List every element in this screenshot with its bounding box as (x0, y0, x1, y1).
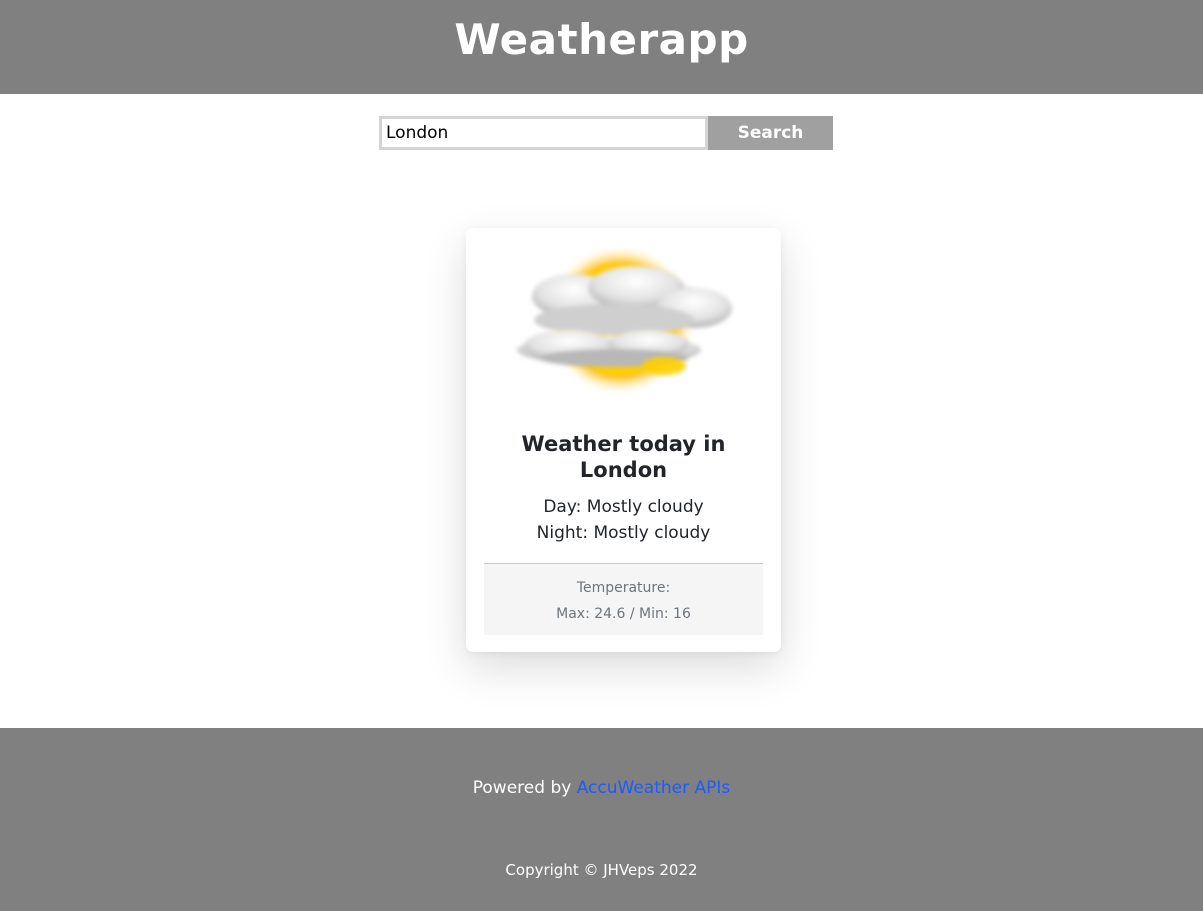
card-title-line1: Weather today in (521, 432, 726, 456)
card-title-city: London (579, 458, 668, 482)
app-footer: Powered by AccuWeather APIs Copyright © … (0, 728, 1203, 911)
forecast-text: Day: Mostly cloudy Night: Mostly cloudy (484, 494, 763, 546)
city-search-input[interactable] (379, 116, 708, 150)
temperature-panel: Temperature: Max: 24.6 / Min: 16 (484, 563, 763, 635)
day-forecast: Day: Mostly cloudy (543, 497, 704, 517)
powered-by: Powered by AccuWeather APIs (0, 778, 1203, 798)
weather-card: Weather today in London Day: Mostly clou… (466, 228, 781, 652)
search-bar: Search (379, 116, 833, 150)
copyright: Copyright © JHVeps 2022 (505, 861, 698, 879)
temperature-values: Max: 24.6 / Min: 16 (556, 606, 691, 622)
accuweather-link[interactable]: AccuWeather APIs (577, 778, 731, 798)
card-title: Weather today in London (484, 431, 763, 483)
mostly-cloudy-icon (517, 250, 732, 390)
page: Weatherapp Search (0, 0, 1203, 911)
night-forecast: Night: Mostly cloudy (536, 523, 711, 543)
temperature-label: Temperature: (576, 580, 671, 596)
search-button[interactable]: Search (708, 116, 833, 150)
app-title: Weatherapp (454, 14, 749, 64)
powered-prefix: Powered by (472, 778, 577, 798)
app-header: Weatherapp (0, 0, 1203, 94)
